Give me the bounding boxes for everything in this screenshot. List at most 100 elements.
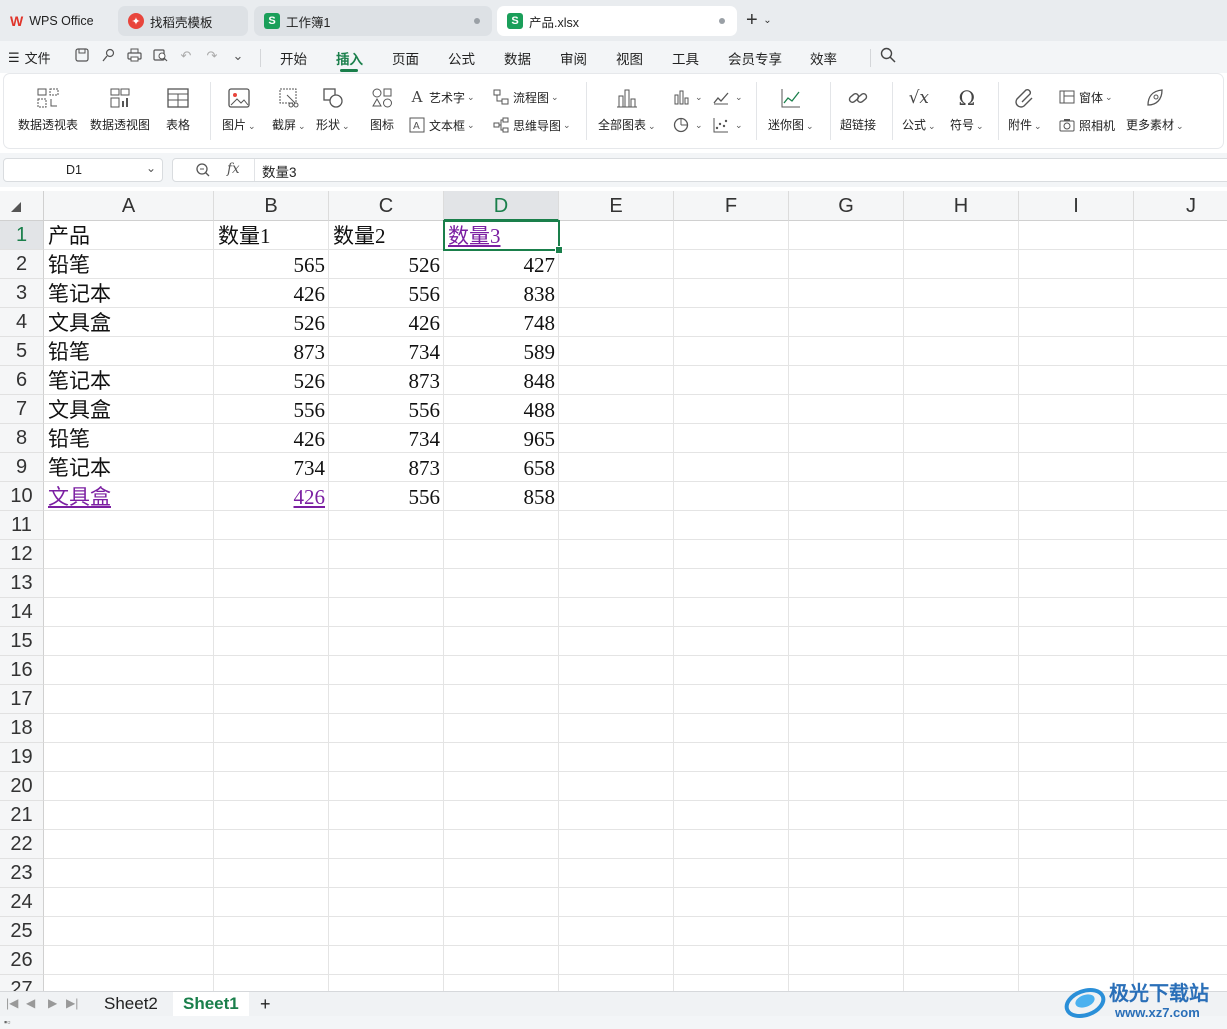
menu-tab-0[interactable]: 开始 bbox=[280, 48, 307, 68]
chevron-down-icon[interactable]: ⌄ bbox=[146, 161, 156, 175]
cell-c6[interactable]: 873 bbox=[329, 366, 444, 395]
sheet-tab-sheet2[interactable]: Sheet2 bbox=[94, 992, 168, 1016]
all-charts-button[interactable]: 全部图表 ⌄ bbox=[598, 86, 656, 133]
row-header-16[interactable]: 16 bbox=[0, 656, 44, 685]
next-sheet-icon[interactable]: ▶ bbox=[48, 996, 57, 1010]
tab-workbook1[interactable]: S 工作簿1 bbox=[254, 6, 492, 36]
column-header-d[interactable]: D bbox=[444, 191, 559, 221]
cell-c9[interactable]: 873 bbox=[329, 453, 444, 482]
file-menu[interactable]: ☰ 文件 bbox=[8, 48, 51, 67]
cell-b9[interactable]: 734 bbox=[214, 453, 329, 482]
cell-d1[interactable]: 数量3 bbox=[444, 221, 559, 250]
cell-b8[interactable]: 426 bbox=[214, 424, 329, 453]
row-header-19[interactable]: 19 bbox=[0, 743, 44, 772]
cell-a4[interactable]: 文具盒 bbox=[44, 308, 214, 337]
icon-button[interactable]: 图标 bbox=[370, 86, 394, 133]
column-header-c[interactable]: C bbox=[329, 191, 444, 221]
screenshot-button[interactable]: 截屏 ⌄ bbox=[272, 86, 306, 133]
form-button[interactable]: 窗体 ⌄ bbox=[1058, 88, 1113, 106]
attachment-button[interactable]: 附件 ⌄ bbox=[1008, 86, 1042, 133]
cell-a6[interactable]: 笔记本 bbox=[44, 366, 214, 395]
scatter-chart-button[interactable]: ⌄ bbox=[712, 116, 743, 134]
pivot-chart-button[interactable]: 数据透视图 bbox=[90, 86, 150, 133]
wordart-button[interactable]: A 艺术字 ⌄ bbox=[408, 88, 475, 106]
cell-a1[interactable]: 产品 bbox=[44, 221, 214, 250]
column-header-a[interactable]: A bbox=[44, 191, 214, 221]
column-header-b[interactable]: B bbox=[214, 191, 329, 221]
row-header-23[interactable]: 23 bbox=[0, 859, 44, 888]
cell-c3[interactable]: 556 bbox=[329, 279, 444, 308]
tab-wps-office[interactable]: W WPS Office bbox=[0, 6, 112, 36]
row-header-15[interactable]: 15 bbox=[0, 627, 44, 656]
menu-tab-7[interactable]: 工具 bbox=[672, 48, 699, 68]
menu-tab-2[interactable]: 页面 bbox=[392, 48, 419, 68]
hyperlink-button[interactable]: 超链接 bbox=[840, 86, 876, 133]
row-header-10[interactable]: 10 bbox=[0, 482, 44, 511]
row-header-24[interactable]: 24 bbox=[0, 888, 44, 917]
row-header-6[interactable]: 6 bbox=[0, 366, 44, 395]
cell-c10[interactable]: 556 bbox=[329, 482, 444, 511]
menu-tab-3[interactable]: 公式 bbox=[448, 48, 475, 68]
row-header-25[interactable]: 25 bbox=[0, 917, 44, 946]
cell-c8[interactable]: 734 bbox=[329, 424, 444, 453]
textbox-button[interactable]: A 文本框 ⌄ bbox=[408, 116, 475, 134]
fill-handle[interactable] bbox=[555, 246, 563, 254]
row-header-27[interactable]: 27 bbox=[0, 975, 44, 991]
pie-chart-button[interactable]: ⌄ bbox=[672, 116, 703, 134]
cell-b3[interactable]: 426 bbox=[214, 279, 329, 308]
add-sheet-button[interactable]: + bbox=[250, 992, 281, 1016]
cell-d8[interactable]: 965 bbox=[444, 424, 559, 453]
row-header-21[interactable]: 21 bbox=[0, 801, 44, 830]
column-header-e[interactable]: E bbox=[559, 191, 674, 221]
cell-a7[interactable]: 文具盒 bbox=[44, 395, 214, 424]
sparkline-button[interactable]: 迷你图 ⌄ bbox=[768, 86, 814, 133]
table-button[interactable]: 表格 bbox=[166, 86, 190, 133]
cell-c5[interactable]: 734 bbox=[329, 337, 444, 366]
cell-d3[interactable]: 838 bbox=[444, 279, 559, 308]
chevron-down-icon[interactable]: ⌄ bbox=[230, 48, 246, 64]
shape-button[interactable]: 形状 ⌄ bbox=[316, 86, 350, 133]
name-box[interactable]: D1 ⌄ bbox=[3, 158, 163, 182]
formula-input-area[interactable]: fx 数量3 bbox=[172, 158, 1227, 182]
menu-tab-8[interactable]: 会员专享 bbox=[728, 48, 782, 68]
row-header-17[interactable]: 17 bbox=[0, 685, 44, 714]
column-header-j[interactable]: J bbox=[1134, 191, 1227, 221]
row-header-13[interactable]: 13 bbox=[0, 569, 44, 598]
cell-b2[interactable]: 565 bbox=[214, 250, 329, 279]
menu-tab-9[interactable]: 效率 bbox=[810, 48, 837, 68]
select-all-corner[interactable] bbox=[0, 191, 44, 221]
row-header-7[interactable]: 7 bbox=[0, 395, 44, 424]
brush-icon[interactable] bbox=[100, 48, 116, 64]
pivot-table-button[interactable]: 数据透视表 bbox=[18, 86, 78, 133]
picture-button[interactable]: 图片 ⌄ bbox=[222, 86, 256, 133]
cell-b6[interactable]: 526 bbox=[214, 366, 329, 395]
save-icon[interactable] bbox=[74, 48, 90, 64]
row-header-1[interactable]: 1 bbox=[0, 221, 44, 250]
row-header-11[interactable]: 11 bbox=[0, 511, 44, 540]
cell-d6[interactable]: 848 bbox=[444, 366, 559, 395]
row-header-14[interactable]: 14 bbox=[0, 598, 44, 627]
search-icon[interactable] bbox=[880, 47, 896, 63]
menu-tab-5[interactable]: 审阅 bbox=[560, 48, 587, 68]
menu-tab-1[interactable]: 插入 bbox=[336, 48, 363, 68]
column-header-g[interactable]: G bbox=[789, 191, 904, 221]
cell-d4[interactable]: 748 bbox=[444, 308, 559, 337]
cell-d9[interactable]: 658 bbox=[444, 453, 559, 482]
cell-c4[interactable]: 426 bbox=[329, 308, 444, 337]
zoom-icon[interactable] bbox=[195, 162, 211, 181]
cell-a5[interactable]: 铅笔 bbox=[44, 337, 214, 366]
cell-b10[interactable]: 426 bbox=[214, 482, 329, 511]
tab-product-xlsx[interactable]: S 产品.xlsx bbox=[497, 6, 737, 36]
spreadsheet-grid[interactable]: ABCDEFGHIJ 1 2 3 4 5 6 7 8 9 10 11 12 13 14 15 16 17 18 19… bbox=[0, 191, 1227, 991]
row-header-18[interactable]: 18 bbox=[0, 714, 44, 743]
row-header-5[interactable]: 5 bbox=[0, 337, 44, 366]
print-preview-icon[interactable] bbox=[152, 48, 168, 64]
formula-button[interactable]: √x 公式 ⌄ bbox=[902, 86, 936, 133]
column-header-f[interactable]: F bbox=[674, 191, 789, 221]
cell-d7[interactable]: 488 bbox=[444, 395, 559, 424]
tab-docer-templates[interactable]: ✦ 找稻壳模板 bbox=[118, 6, 248, 36]
row-header-20[interactable]: 20 bbox=[0, 772, 44, 801]
cell-a2[interactable]: 铅笔 bbox=[44, 250, 214, 279]
row-header-26[interactable]: 26 bbox=[0, 946, 44, 975]
camera-button[interactable]: 照相机 bbox=[1058, 116, 1115, 134]
